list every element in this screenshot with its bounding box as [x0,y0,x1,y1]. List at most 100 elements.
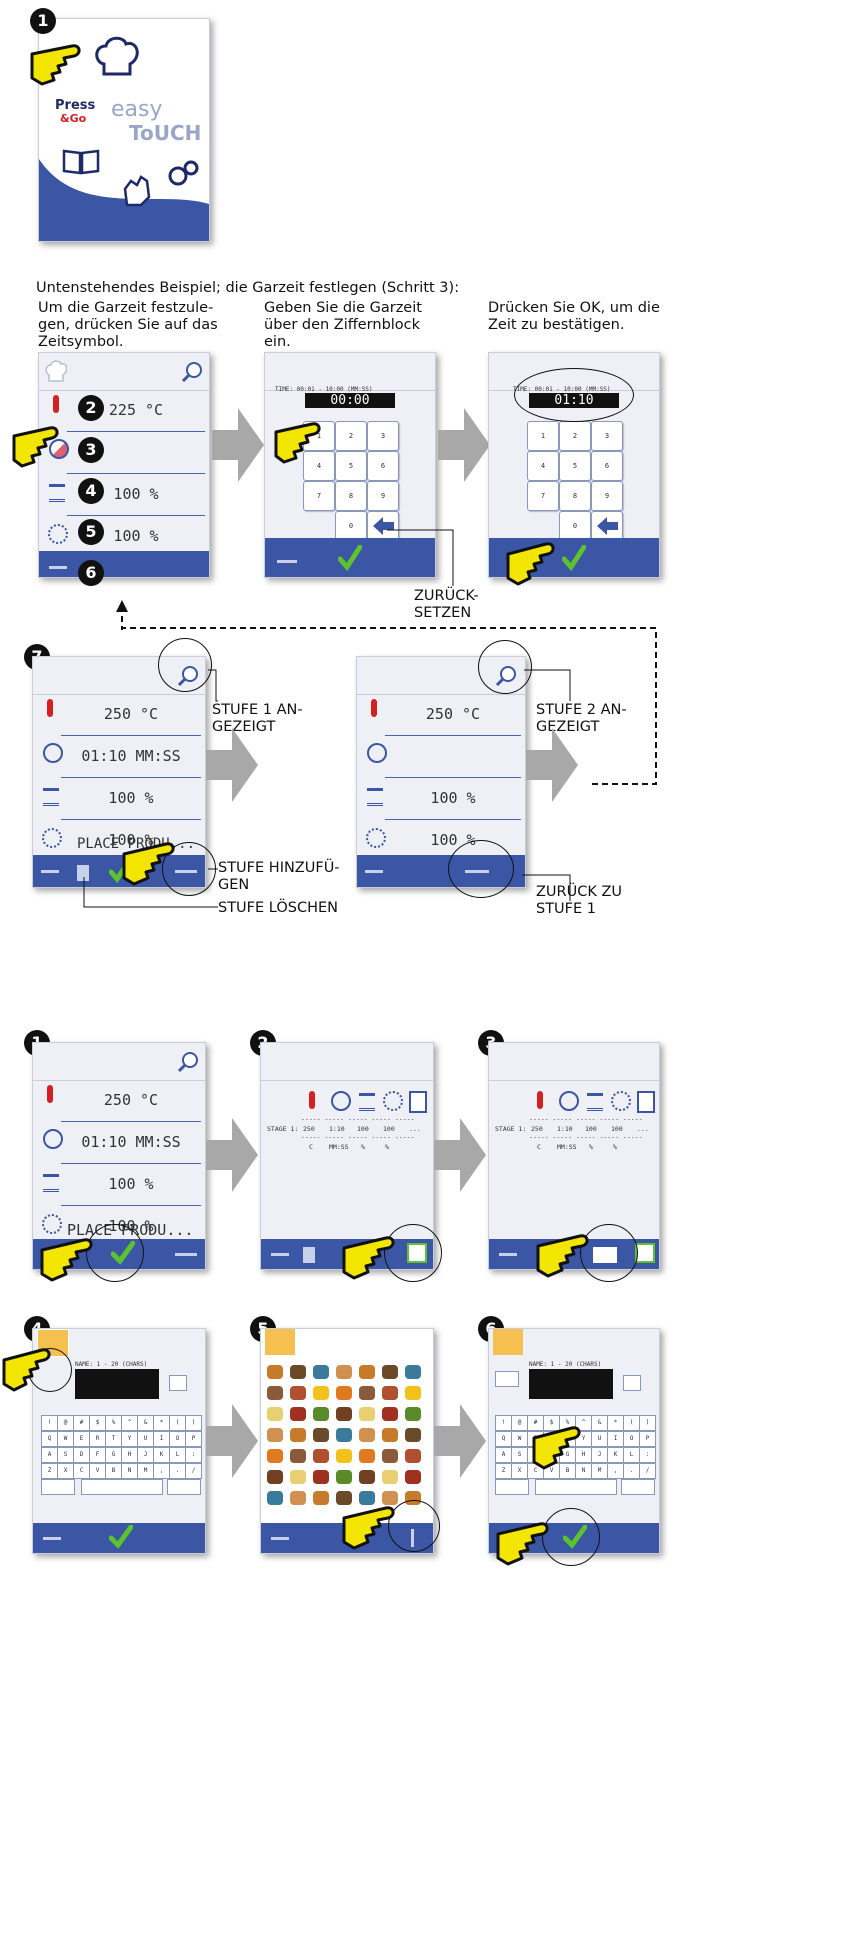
food-pictogram-icon[interactable] [336,1470,352,1484]
food-pictogram-icon[interactable] [267,1470,283,1484]
keyboard-key[interactable]: ( [169,1415,186,1431]
food-pictogram-icon[interactable] [405,1365,421,1379]
back-arrow-icon[interactable] [271,1253,289,1256]
back-arrow-icon[interactable] [49,566,67,569]
food-pictogram-icon[interactable] [405,1428,421,1442]
food-pictogram-icon[interactable] [382,1386,398,1400]
time-row[interactable]: 01:10 MM:SS [61,1122,201,1164]
food-pictogram-icon[interactable] [405,1386,421,1400]
keyboard-key[interactable]: : [639,1447,656,1463]
settings-gears-icon[interactable] [167,159,201,189]
food-pictogram-icon[interactable] [382,1365,398,1379]
space-bar[interactable] [535,1479,617,1495]
key-2[interactable]: 2 [559,421,591,451]
keyboard-key[interactable]: F [89,1447,106,1463]
back-arrow-icon[interactable] [277,560,297,563]
keyboard-key[interactable]: R [89,1431,106,1447]
food-pictogram-icon[interactable] [359,1365,375,1379]
steam-row[interactable]: 100 % [385,778,521,820]
food-pictogram-icon[interactable] [313,1470,329,1484]
back-arrow-icon[interactable] [271,1537,289,1540]
keyboard-key[interactable]: E [73,1431,90,1447]
food-pictogram-icon[interactable] [267,1491,283,1505]
trash-icon[interactable] [303,1247,315,1263]
keyboard-key[interactable]: ! [495,1415,512,1431]
keyboard-key[interactable]: P [185,1431,202,1447]
time-row[interactable] [385,736,521,778]
back-arrow-icon[interactable] [41,870,59,873]
food-pictogram-icon[interactable] [290,1428,306,1442]
keyboard-key[interactable]: W [511,1431,528,1447]
back-arrow-icon[interactable] [499,1253,517,1256]
keyboard-key[interactable]: J [137,1447,154,1463]
food-pictogram-icon[interactable] [405,1449,421,1463]
keyboard-key[interactable]: . [623,1463,640,1479]
keyboard-key[interactable]: Z [495,1463,512,1479]
keyboard-key[interactable]: / [185,1463,202,1479]
food-pictogram-icon[interactable] [267,1449,283,1463]
keyboard-key[interactable]: K [153,1447,170,1463]
keyboard-toggle-button[interactable] [169,1375,187,1391]
shift-arrows-key[interactable] [41,1479,75,1495]
key-0[interactable]: 0 [335,511,367,541]
food-pictogram-icon[interactable] [405,1407,421,1421]
food-pictogram-icon[interactable] [313,1428,329,1442]
food-pictogram-icon[interactable] [290,1470,306,1484]
food-pictogram-icon[interactable] [405,1470,421,1484]
keyboard-key[interactable]: B [105,1463,122,1479]
food-pictogram-icon[interactable] [336,1407,352,1421]
stage-magnifier-icon[interactable] [181,361,203,383]
food-pictogram-icon[interactable] [382,1449,398,1463]
keyboard-key[interactable]: S [511,1447,528,1463]
keyboard-key[interactable]: # [73,1415,90,1431]
keyboard-key[interactable]: S [57,1447,74,1463]
back-arrow-icon[interactable] [365,870,383,873]
backspace-enter-key[interactable] [621,1479,655,1495]
key-2[interactable]: 2 [335,421,367,451]
key-5[interactable]: 5 [559,451,591,481]
keyboard-key[interactable]: Q [41,1431,58,1447]
keyboard-key[interactable]: O [623,1431,640,1447]
keyboard-key[interactable]: V [89,1463,106,1479]
key-7[interactable]: 7 [303,481,335,511]
keyboard-key[interactable]: D [73,1447,90,1463]
keyboard-key[interactable]: L [623,1447,640,1463]
food-pictogram-icon[interactable] [313,1386,329,1400]
steam-row[interactable]: 100 % [61,1164,201,1206]
keyboard-key[interactable]: O [169,1431,186,1447]
food-pictogram-icon[interactable] [359,1407,375,1421]
keyboard-key[interactable]: G [105,1447,122,1463]
food-pictogram-icon[interactable] [313,1407,329,1421]
key-8[interactable]: 8 [335,481,367,511]
food-pictogram-icon[interactable] [267,1386,283,1400]
food-pictogram-icon[interactable] [336,1365,352,1379]
key-8[interactable]: 8 [559,481,591,511]
name-input[interactable] [75,1369,159,1399]
food-pictogram-icon[interactable] [359,1470,375,1484]
cleaning-hand-icon[interactable] [119,171,155,209]
chef-hat-icon[interactable] [45,359,67,383]
food-pictogram-icon[interactable] [382,1428,398,1442]
keyboard-key[interactable]: ^ [121,1415,138,1431]
food-pictogram-icon[interactable] [359,1428,375,1442]
food-pictogram-icon[interactable] [267,1428,283,1442]
food-pictogram-icon[interactable] [290,1386,306,1400]
food-pictogram-icon[interactable] [359,1449,375,1463]
keyboard-key[interactable]: A [41,1447,58,1463]
shift-arrows-key[interactable] [495,1479,529,1495]
food-pictogram-icon[interactable] [290,1365,306,1379]
key-1[interactable]: 1 [527,421,559,451]
keyboard-key[interactable]: / [639,1463,656,1479]
keyboard-key[interactable]: I [153,1431,170,1447]
food-pictogram-icon[interactable] [290,1491,306,1505]
keyboard-key[interactable]: X [57,1463,74,1479]
keyboard-key[interactable]: ( [623,1415,640,1431]
backspace-enter-key[interactable] [167,1479,201,1495]
name-input[interactable] [529,1369,613,1399]
food-pictogram-icon[interactable] [290,1407,306,1421]
food-pictogram-icon[interactable] [382,1470,398,1484]
keyboard-key[interactable]: T [105,1431,122,1447]
chef-hat-icon[interactable] [94,34,140,78]
backspace-key[interactable] [591,511,623,541]
key-3[interactable]: 3 [591,421,623,451]
